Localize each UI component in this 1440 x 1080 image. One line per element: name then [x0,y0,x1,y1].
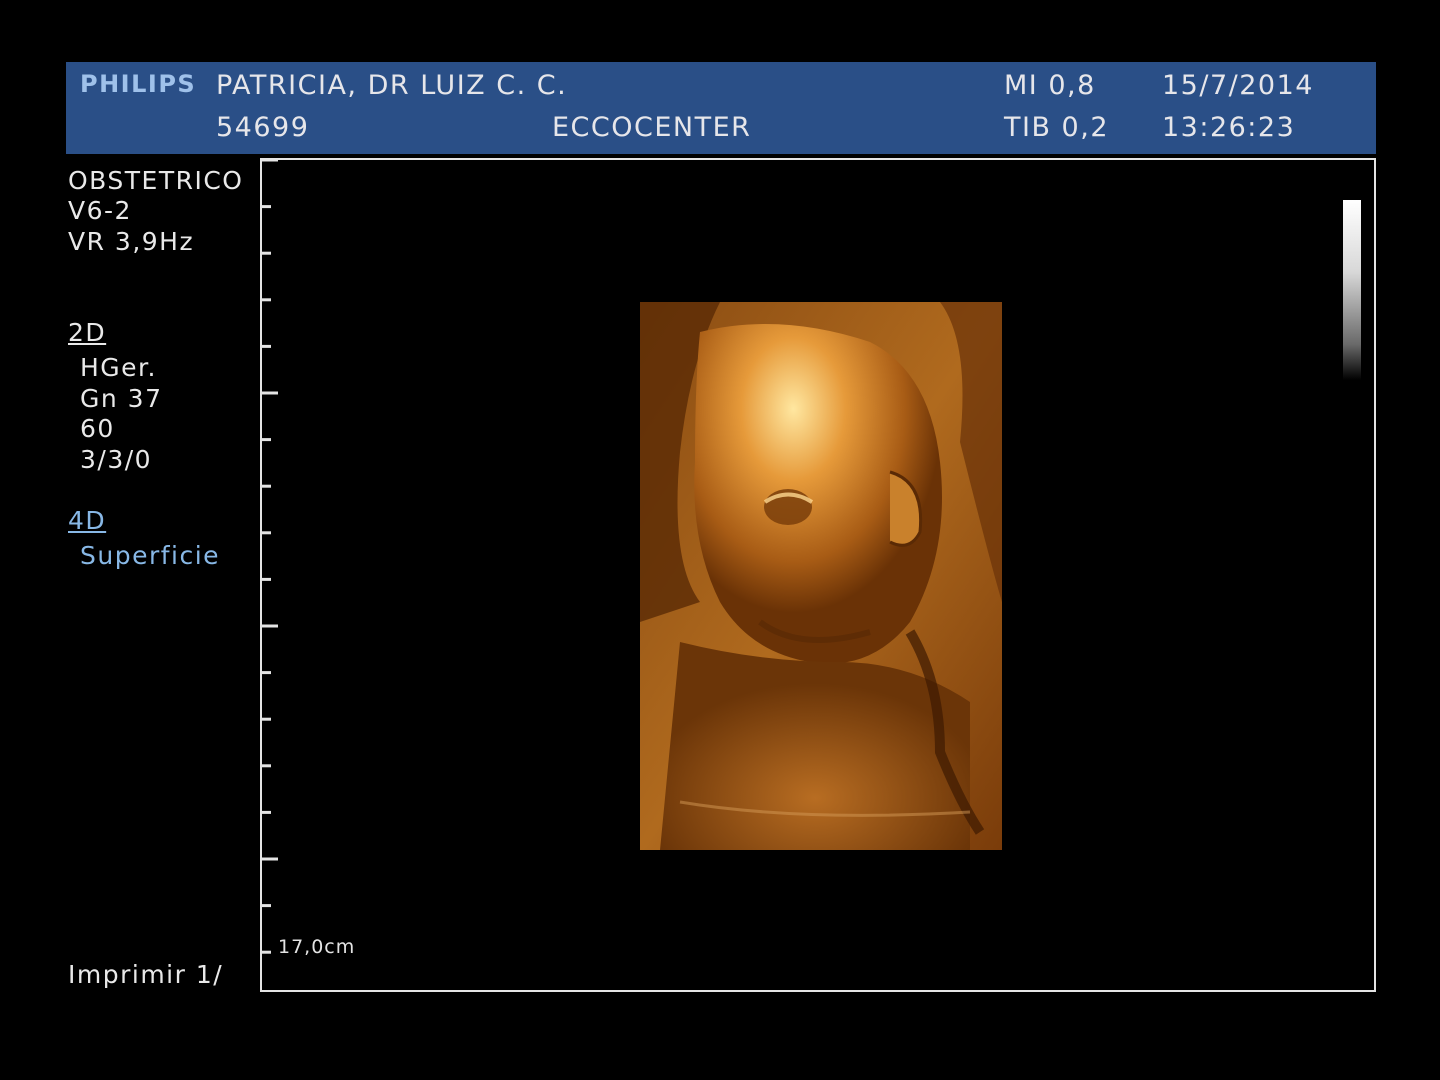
thermal-index: TIB 0,2 [1004,112,1109,143]
institution-name: ECCOCENTER [552,112,752,143]
header-bar: PHILIPS PATRICIA, DR LUIZ C. C. 54699 EC… [66,62,1376,154]
mode-2d-heading: 2D [68,318,107,347]
processing-value: 3/3/0 [80,445,153,474]
dynamic-range-value: 60 [80,414,115,443]
probe-name: V6-2 [68,196,132,225]
harmonic-preset: HGer. [80,353,157,382]
ultrasound-screen: PHILIPS PATRICIA, DR LUIZ C. C. 54699 EC… [0,0,1440,1080]
exam-time: 13:26:23 [1162,112,1296,143]
exam-type: OBSTETRICO [68,166,244,195]
brand-logo: PHILIPS [80,70,197,98]
gain-value: Gn 37 [80,384,163,413]
patient-name: PATRICIA, DR LUIZ C. C. [216,70,568,101]
mode-4d-heading: 4D [68,506,107,535]
fetal-4d-render [640,302,1002,850]
render-mode: Superficie [80,541,221,570]
depth-scale [260,158,278,958]
depth-readout: 17,0cm [278,936,356,958]
depth-ticks [261,158,278,954]
print-status: Imprimir 1/ [68,960,224,989]
exam-date: 15/7/2014 [1162,70,1314,101]
grayscale-bar [1343,200,1361,380]
mechanical-index: MI 0,8 [1004,70,1096,101]
patient-id: 54699 [216,112,310,143]
volume-rate: VR 3,9Hz [68,227,195,256]
